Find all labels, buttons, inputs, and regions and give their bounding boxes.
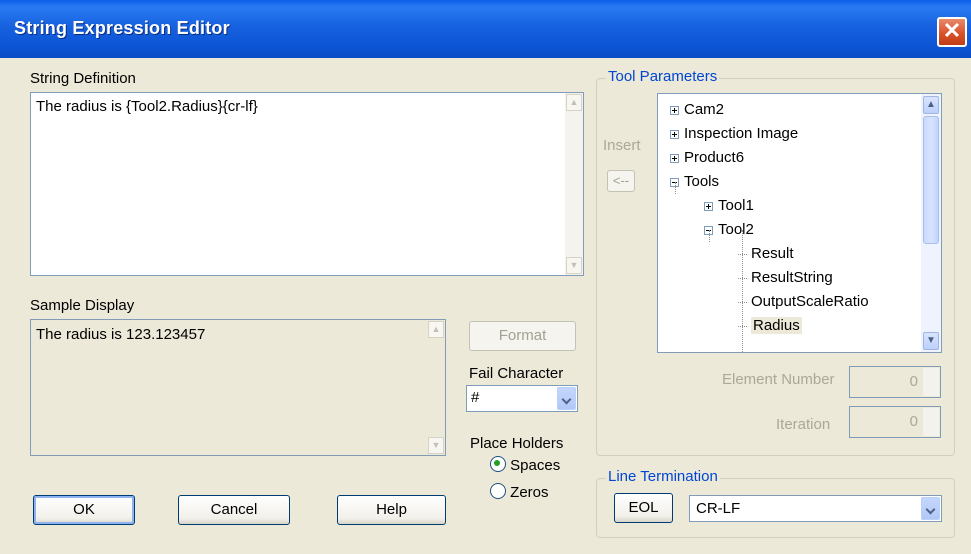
fail-character-value: # — [471, 389, 480, 406]
tree-item-outputscaleratio[interactable]: OutputScaleRatio — [738, 290, 869, 314]
format-button[interactable]: Format — [469, 321, 576, 351]
line-termination-label: Line Termination — [606, 468, 720, 485]
tree-connector — [675, 182, 676, 194]
tree-item-tool1[interactable]: Tool1 — [704, 194, 754, 218]
sample-display-scrollbar[interactable]: ▲ ▼ — [427, 320, 445, 455]
fail-character-label: Fail Character — [469, 365, 564, 382]
close-button[interactable]: ✕ — [937, 17, 967, 47]
radio-zeros-label: Zeros — [510, 484, 549, 501]
tree-item-tools[interactable]: Tools — [670, 170, 719, 194]
element-number-spinner[interactable]: 0 — [849, 366, 941, 398]
expand-icon[interactable] — [670, 129, 679, 139]
spinner-arrows-icon[interactable] — [923, 408, 939, 436]
line-termination-combo[interactable]: CR-LF — [689, 495, 942, 522]
place-holders-label: Place Holders — [470, 435, 564, 452]
fail-character-combo[interactable]: # — [466, 385, 578, 412]
tree-connector — [742, 230, 743, 352]
tree-item-label: Inspection Image — [684, 125, 799, 142]
expand-icon[interactable] — [704, 201, 713, 211]
iteration-label: Iteration — [776, 416, 831, 433]
tool-parameters-tree[interactable]: Cam2 Inspection Image Product6 Tools Too… — [657, 93, 942, 353]
cancel-button[interactable]: Cancel — [178, 495, 290, 525]
window-title: String Expression Editor — [14, 18, 230, 38]
expand-icon[interactable] — [670, 105, 679, 115]
iteration-value: 0 — [909, 413, 918, 430]
scrollbar-thumb[interactable] — [923, 116, 939, 244]
tree-item-label: Cam2 — [684, 101, 725, 118]
tree-item-radius[interactable]: Radius — [738, 314, 802, 338]
string-definition-scrollbar[interactable]: ▲ ▼ — [565, 93, 583, 275]
element-number-label: Element Number — [722, 371, 835, 388]
tree-connector — [709, 230, 710, 242]
scroll-up-icon[interactable]: ▲ — [428, 321, 444, 338]
help-button[interactable]: Help — [337, 495, 446, 525]
radio-spaces-label: Spaces — [510, 457, 561, 474]
scroll-down-icon[interactable]: ▼ — [566, 257, 582, 274]
chevron-down-icon[interactable] — [557, 387, 576, 410]
string-definition-textarea[interactable]: The radius is {Tool2.Radius}{cr-lf} ▲ ▼ — [30, 92, 584, 276]
tool-parameters-label: Tool Parameters — [606, 68, 720, 85]
radio-unchecked-icon[interactable] — [490, 483, 506, 499]
eol-button[interactable]: EOL — [614, 493, 673, 523]
element-number-value: 0 — [909, 373, 918, 390]
tree-item-resultstring[interactable]: ResultString — [738, 266, 833, 290]
insert-button[interactable]: <-- — [607, 170, 635, 192]
insert-label: Insert — [603, 137, 641, 154]
sample-display-text: The radius is 123.123457 — [36, 326, 206, 343]
radio-spaces[interactable]: Spaces — [490, 456, 560, 474]
string-definition-text: The radius is {Tool2.Radius}{cr-lf} — [36, 98, 258, 115]
tree-scrollbar[interactable]: ▲ ▼ — [921, 94, 941, 352]
tree-item-label: Product6 — [684, 149, 745, 166]
sample-display-label: Sample Display — [30, 297, 135, 314]
tree-item-inspection-image[interactable]: Inspection Image — [670, 122, 798, 146]
tree-item-product6[interactable]: Product6 — [670, 146, 744, 170]
scroll-up-icon[interactable]: ▲ — [923, 96, 939, 114]
iteration-spinner[interactable]: 0 — [849, 406, 941, 438]
expand-icon[interactable] — [670, 153, 679, 163]
spinner-arrows-icon[interactable] — [923, 368, 939, 396]
scroll-down-icon[interactable]: ▼ — [923, 332, 939, 350]
tree-item-label: Tool1 — [718, 197, 754, 214]
scroll-down-icon[interactable]: ▼ — [428, 437, 444, 454]
tree-item-label: Tool2 — [718, 221, 754, 238]
radio-checked-icon[interactable] — [490, 456, 506, 472]
radio-zeros[interactable]: Zeros — [490, 483, 549, 501]
chevron-down-icon[interactable] — [921, 497, 940, 520]
tree-item-label: Radius — [751, 317, 802, 334]
string-definition-label: String Definition — [30, 70, 136, 87]
tree-item-label: Result — [751, 245, 794, 262]
ok-button[interactable]: OK — [33, 495, 135, 525]
tree-item-label: Tools — [684, 173, 720, 190]
tree-item-cam2[interactable]: Cam2 — [670, 98, 724, 122]
tree-item-label: ResultString — [751, 269, 833, 286]
line-termination-value: CR-LF — [696, 500, 741, 517]
tree-item-label: OutputScaleRatio — [751, 293, 869, 310]
scroll-up-icon[interactable]: ▲ — [566, 94, 582, 111]
tree-item-tool2[interactable]: Tool2 — [704, 218, 754, 242]
sample-display-box: The radius is 123.123457 ▲ ▼ — [30, 319, 446, 456]
tree-item-result[interactable]: Result — [738, 242, 794, 266]
